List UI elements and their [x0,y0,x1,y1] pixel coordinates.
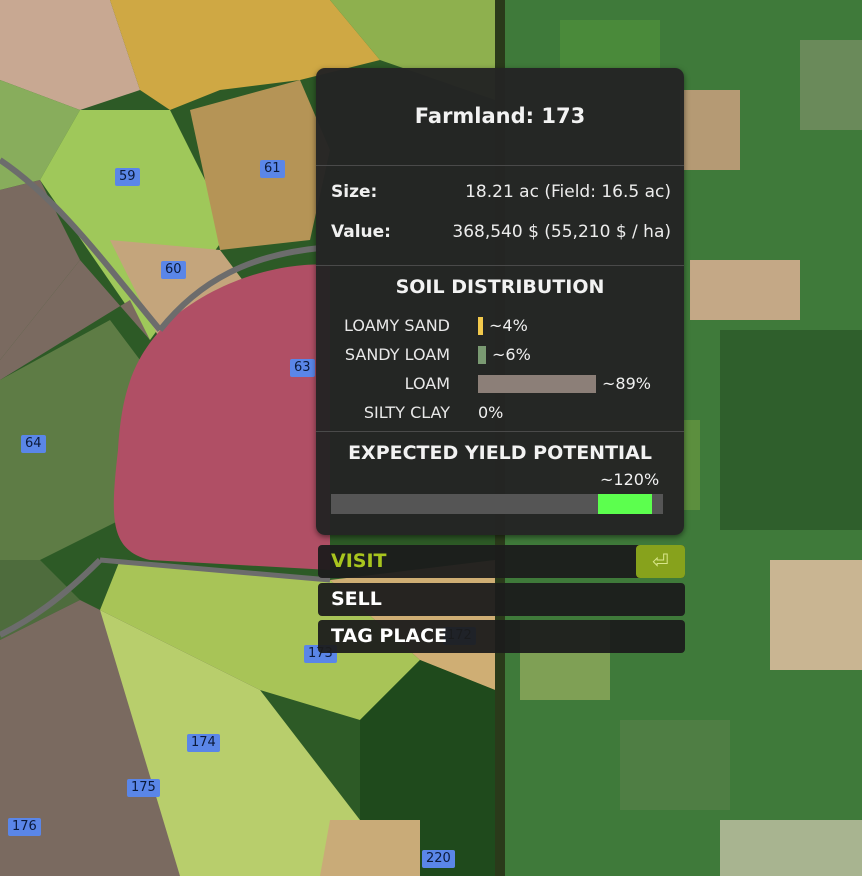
forest-patch [720,330,862,530]
soil-share-bar [478,346,486,364]
farmland-id-label[interactable]: 64 [21,435,46,453]
divider [316,165,684,166]
field-patch [680,90,740,170]
field-patch [620,720,730,810]
field-patch [770,560,862,670]
yield-heading: EXPECTED YIELD POTENTIAL [348,442,652,464]
farmland-id-label[interactable]: 175 [127,779,160,797]
field-patch [800,40,862,130]
soil-type-label: LOAMY SAND [344,316,450,335]
soil-percent: ~6% [492,345,531,364]
farmland-id-label[interactable]: 59 [115,168,140,186]
soil-share-bar [478,375,596,393]
value-label: Value: [331,222,391,242]
soil-percent: 0% [478,403,504,422]
size-value: 18.21 ac (Field: 16.5 ac) [465,182,671,202]
value-value: 368,540 $ (55,210 $ / ha) [452,222,671,242]
farmland-id-label[interactable]: 61 [260,160,285,178]
menu-item-tag-place[interactable]: TAG PLACE [318,620,685,653]
farmland-id-label[interactable]: 176 [8,818,41,836]
size-label: Size: [331,182,378,202]
menu-item-label: VISIT [331,550,387,572]
menu-item-label: TAG PLACE [331,625,448,647]
menu-item-sell[interactable]: SELL [318,583,685,616]
farmland-id-label[interactable]: 174 [187,734,220,752]
menu-item-visit[interactable]: VISIT ⏎ [318,545,685,578]
yield-bar-fill [598,494,652,514]
farmland-info-panel: Farmland: 173 Size: 18.21 ac (Field: 16.… [316,68,684,535]
divider [316,265,684,266]
soil-percent: ~89% [602,374,651,393]
menu-item-label: SELL [331,588,382,610]
soil-share-bar [478,317,483,335]
farmland-id-label[interactable]: 60 [161,261,186,279]
soil-type-label: SANDY LOAM [344,345,450,364]
soil-type-label: LOAM [404,374,450,393]
soil-distribution-heading: SOIL DISTRIBUTION [395,276,605,298]
farmland-field [320,820,420,876]
yield-percent: ~120% [600,470,660,489]
soil-type-label: SILTY CLAY [363,403,450,422]
field-patch [720,820,862,876]
farmland-id-label[interactable]: 220 [422,850,455,868]
divider [316,431,684,432]
panel-title: Farmland: 173 [414,104,586,128]
field-patch [690,260,800,320]
yield-bar-track [331,494,663,514]
soil-percent: ~4% [489,316,528,335]
return-key-icon[interactable]: ⏎ [636,545,685,578]
